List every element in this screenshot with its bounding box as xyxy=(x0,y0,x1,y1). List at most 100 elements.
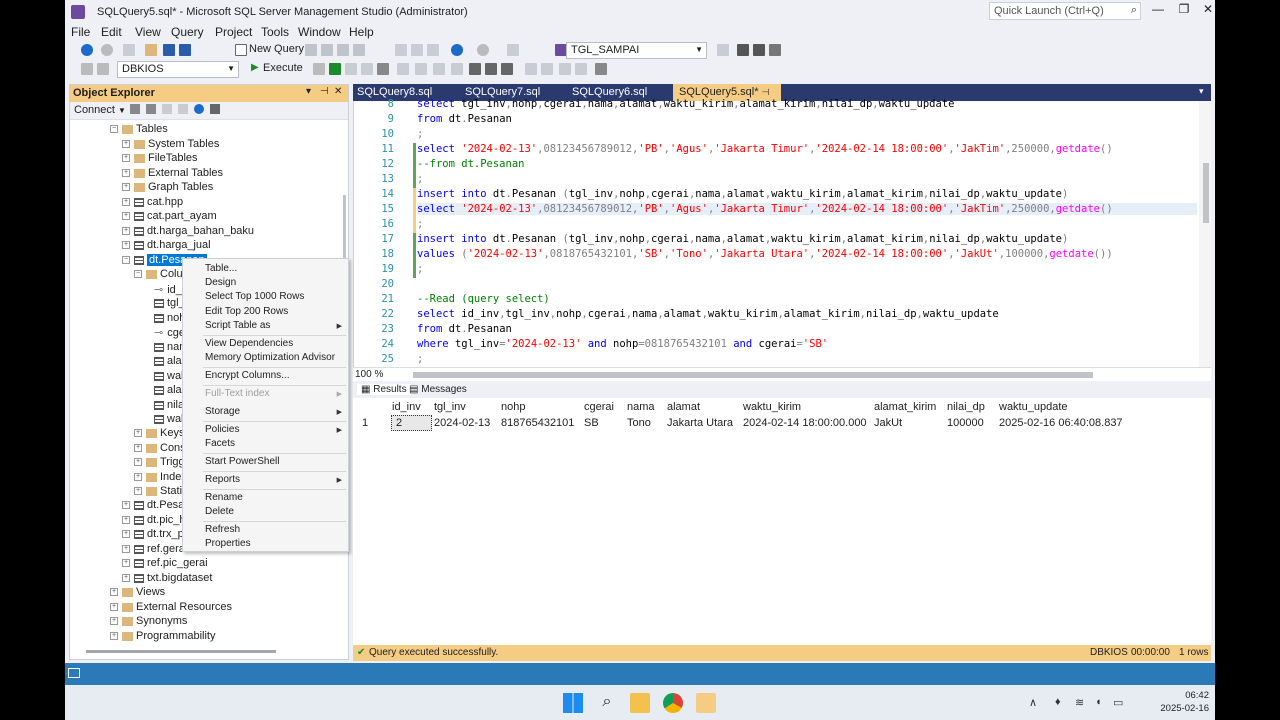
code-line[interactable]: ; xyxy=(417,353,423,365)
expand-icon[interactable]: + xyxy=(122,559,130,568)
connect-plug-icon[interactable] xyxy=(130,104,140,114)
tree-node-tables[interactable]: − Tables xyxy=(110,123,168,137)
expand-icon[interactable]: + xyxy=(110,632,118,641)
object-explorer-hscroll[interactable] xyxy=(86,650,276,653)
execute-button[interactable]: Execute xyxy=(263,62,303,74)
menu-item-design[interactable]: Design xyxy=(205,277,236,288)
expand-icon[interactable]: + xyxy=(122,154,130,163)
query-dax-icon[interactable] xyxy=(353,44,365,56)
expand-icon[interactable]: + xyxy=(122,140,130,149)
forward-icon[interactable] xyxy=(101,44,113,56)
file-explorer-icon[interactable] xyxy=(630,693,650,713)
tree-node-table[interactable]: + dt.trx_pe xyxy=(122,528,190,542)
column-header[interactable]: alamat xyxy=(667,401,700,413)
expand-icon[interactable]: + xyxy=(134,444,142,453)
intellisense-icon[interactable] xyxy=(397,63,409,75)
close-icon[interactable]: ✕ xyxy=(334,86,342,97)
volume-icon[interactable]: ◖ xyxy=(1095,696,1102,708)
tree-node-table[interactable]: + dt.harga_jual xyxy=(122,239,211,253)
menu-help[interactable]: Help xyxy=(349,25,374,39)
table-cell[interactable]: 100000 xyxy=(947,417,984,429)
code-line[interactable]: ; xyxy=(417,263,423,275)
column-header[interactable]: waktu_update xyxy=(999,401,1068,413)
pin-icon[interactable]: ⊣ xyxy=(762,87,770,97)
save-icon[interactable] xyxy=(163,44,175,56)
menu-query[interactable]: Query xyxy=(171,25,204,39)
sql-editor[interactable]: 8 select tgl_inv,nohp,cgerai,nama,alamat,… xyxy=(353,98,1211,367)
tree-node-filetables[interactable]: + FileTables xyxy=(122,152,198,166)
code-line[interactable]: select tgl_inv,nohp,cgerai,nama,alamat,w… xyxy=(417,98,954,110)
query-mdx-icon[interactable] xyxy=(305,44,317,56)
menu-edit[interactable]: Edit xyxy=(101,25,122,39)
column-header[interactable]: waktu_kirim xyxy=(743,401,801,413)
menu-tools[interactable]: Tools xyxy=(261,25,289,39)
menu-item-new-table[interactable]: Table... xyxy=(205,263,237,274)
cancel-query-icon[interactable] xyxy=(313,63,325,75)
results-to-file-icon[interactable] xyxy=(501,63,513,75)
window-icon[interactable] xyxy=(769,44,781,56)
code-line[interactable]: from dt.Pesanan xyxy=(417,323,512,335)
expand-icon[interactable]: + xyxy=(122,183,130,192)
table-cell[interactable]: Jakarta Utara xyxy=(667,417,733,429)
connect-button[interactable]: Connect xyxy=(74,104,115,116)
expand-icon[interactable]: + xyxy=(134,487,142,496)
tree-node-table[interactable]: + ref.gerai xyxy=(122,543,187,557)
uncomment-icon[interactable] xyxy=(541,63,553,75)
code-line[interactable]: --Read (query select) xyxy=(417,293,550,305)
filter-icon[interactable] xyxy=(178,104,188,114)
tree-node-table[interactable]: + txt.bigdataset xyxy=(122,572,212,586)
tree-node-graph-tables[interactable]: + Graph Tables xyxy=(122,181,213,195)
menu-item-rename[interactable]: Rename xyxy=(205,492,243,503)
wifi-icon[interactable]: ≋ xyxy=(1075,696,1084,709)
table-cell[interactable]: SB xyxy=(584,417,599,429)
code-line[interactable]: ; xyxy=(417,173,423,185)
expand-icon[interactable]: + xyxy=(110,603,118,612)
table-cell[interactable]: 2025-02-16 06:40:08.837 xyxy=(999,417,1123,429)
system-clock[interactable]: 06:42 2025-02-16 xyxy=(1160,689,1209,715)
menu-item-script-table[interactable]: Script Table as xyxy=(205,320,270,331)
close-button[interactable]: ✕ xyxy=(1195,2,1215,20)
menu-item-storage[interactable]: Storage xyxy=(205,406,240,417)
tab-sqlquery6[interactable]: SQLQuery6.sql xyxy=(572,86,647,98)
tree-node-table[interactable]: + dt.Pesan xyxy=(122,499,190,513)
tab-sqlquery7[interactable]: SQLQuery7.sql xyxy=(465,86,540,98)
query-options-icon[interactable] xyxy=(377,63,389,75)
expand-icon[interactable]: + xyxy=(122,169,130,178)
menu-item-reports[interactable]: Reports xyxy=(205,474,240,485)
client-stats-icon[interactable] xyxy=(451,63,463,75)
paste-icon[interactable] xyxy=(427,44,439,56)
stop-icon[interactable] xyxy=(162,104,172,114)
activity-monitor-icon[interactable] xyxy=(507,44,519,56)
code-line[interactable]: select '2024-02-13',08123456789012,'PB',… xyxy=(417,143,1113,155)
copy-icon[interactable] xyxy=(411,44,423,56)
new-query-button[interactable]: New Query xyxy=(249,43,304,55)
results-to-grid-icon[interactable] xyxy=(485,63,497,75)
menu-item-policies[interactable]: Policies xyxy=(205,424,239,435)
menu-project[interactable]: Project xyxy=(215,25,252,39)
column-header[interactable]: cgerai xyxy=(584,401,614,413)
quick-launch-input[interactable]: Quick Launch (Ctrl+Q) ⌕ xyxy=(989,2,1141,20)
refresh-icon[interactable] xyxy=(194,104,204,114)
code-line[interactable]: ; xyxy=(417,218,423,230)
dropdown-icon[interactable]: ▾ xyxy=(306,86,311,97)
expand-icon[interactable]: + xyxy=(122,516,130,525)
maximize-button[interactable]: ❐ xyxy=(1171,2,1197,20)
expand-icon[interactable]: + xyxy=(110,588,118,597)
query-xmla-icon[interactable] xyxy=(337,44,349,56)
properties-icon[interactable] xyxy=(737,44,749,56)
code-line[interactable]: from dt.Pesanan xyxy=(417,113,512,125)
menu-item-memory-optimization[interactable]: Memory Optimization Advisor xyxy=(205,352,335,363)
pin-icon[interactable]: ⊣ xyxy=(320,86,329,97)
query-designer-icon[interactable] xyxy=(361,63,373,75)
menu-window[interactable]: Window xyxy=(298,25,341,39)
include-plan-icon[interactable] xyxy=(415,63,427,75)
database-combo[interactable]: DBKIOS ▼ xyxy=(117,61,239,78)
live-stats-icon[interactable] xyxy=(433,63,445,75)
editor-vscroll-thumb[interactable] xyxy=(1203,163,1209,223)
find-in-files-icon[interactable] xyxy=(717,44,729,56)
menu-view[interactable]: View xyxy=(135,25,161,39)
zoom-level[interactable]: 100 % xyxy=(355,369,383,380)
cut-icon[interactable] xyxy=(395,44,407,56)
undo-icon[interactable] xyxy=(451,44,463,56)
menu-item-start-powershell[interactable]: Start PowerShell xyxy=(205,456,279,467)
